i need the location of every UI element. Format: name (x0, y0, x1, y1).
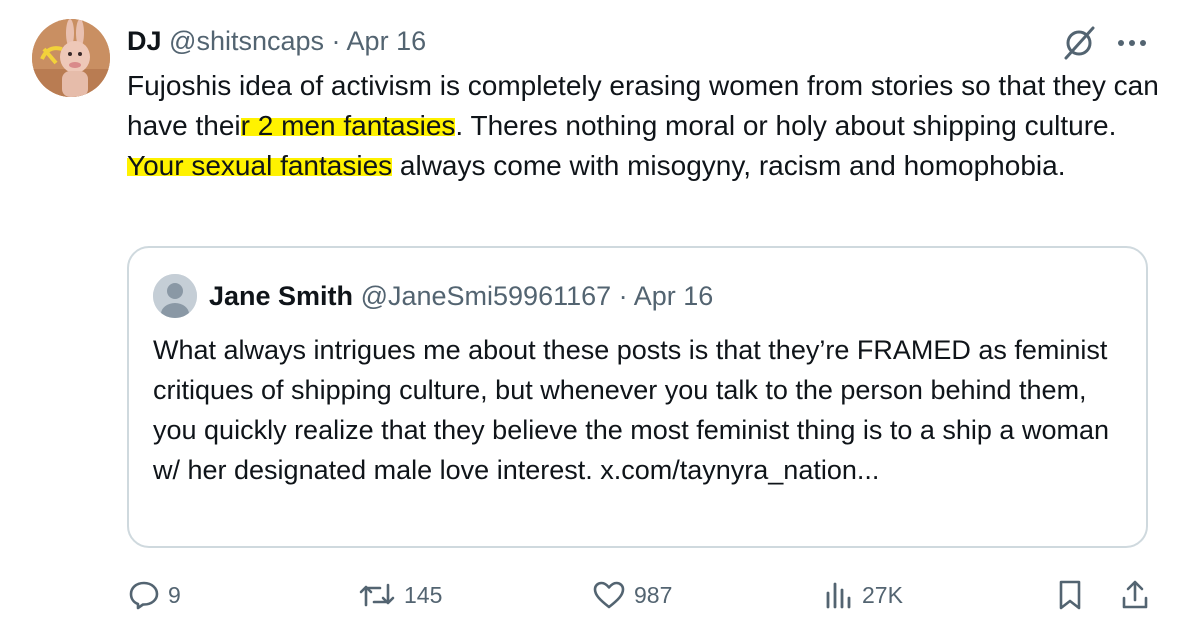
tweet-text: Fujoshis idea of activism is completely … (127, 66, 1167, 186)
reply-count: 9 (168, 581, 181, 608)
quoted-header-separator: · (618, 281, 628, 311)
highlighted-text: r 2 men fantasies (240, 110, 456, 141)
reply-icon (129, 581, 159, 610)
grok-icon[interactable] (1060, 22, 1100, 62)
tweet-header: DJ @shitsncaps · Apr 16 (127, 24, 426, 58)
header-separator: · (331, 26, 341, 56)
quoted-author-avatar[interactable] (153, 274, 197, 318)
author-name[interactable]: DJ (127, 26, 162, 56)
tweet-text-segment: always come with misogyny, racism and ho… (392, 150, 1066, 181)
analytics-icon (826, 582, 851, 609)
quoted-tweet-date[interactable]: Apr 16 (634, 281, 714, 311)
more-options-icon[interactable] (1116, 36, 1148, 48)
repost-button[interactable]: 145 (358, 578, 442, 612)
like-button[interactable]: 987 (592, 578, 672, 612)
quoted-author-handle[interactable]: @JaneSmi59961167 (361, 281, 612, 311)
author-avatar[interactable] (32, 19, 110, 97)
views-count: 27K (862, 581, 903, 608)
views-button[interactable]: 27K (824, 578, 903, 612)
default-avatar-icon (153, 274, 197, 318)
avatar-image (32, 19, 110, 97)
tweet-text-segment: . Theres nothing moral or holy about shi… (455, 110, 1117, 141)
highlighted-text: Your sexual fantasies (127, 150, 393, 181)
heart-icon (593, 581, 625, 609)
like-count: 987 (634, 581, 673, 608)
quoted-tweet-header: Jane Smith @JaneSmi59961167 · Apr 16 (209, 279, 713, 313)
reply-button[interactable]: 9 (128, 578, 181, 612)
quoted-tweet[interactable]: Jane Smith @JaneSmi59961167 · Apr 16 Wha… (127, 246, 1148, 548)
author-handle[interactable]: @shitsncaps (169, 26, 324, 56)
share-icon (1122, 580, 1148, 609)
bookmark-button[interactable] (1056, 578, 1084, 612)
tweet-date[interactable]: Apr 16 (347, 26, 427, 56)
quoted-tweet-text: What always intrigues me about these pos… (153, 335, 1109, 485)
share-button[interactable] (1120, 578, 1150, 612)
repost-icon (359, 583, 395, 607)
quoted-author-name[interactable]: Jane Smith (209, 281, 353, 311)
bookmark-icon (1059, 580, 1081, 610)
repost-count: 145 (404, 581, 443, 608)
